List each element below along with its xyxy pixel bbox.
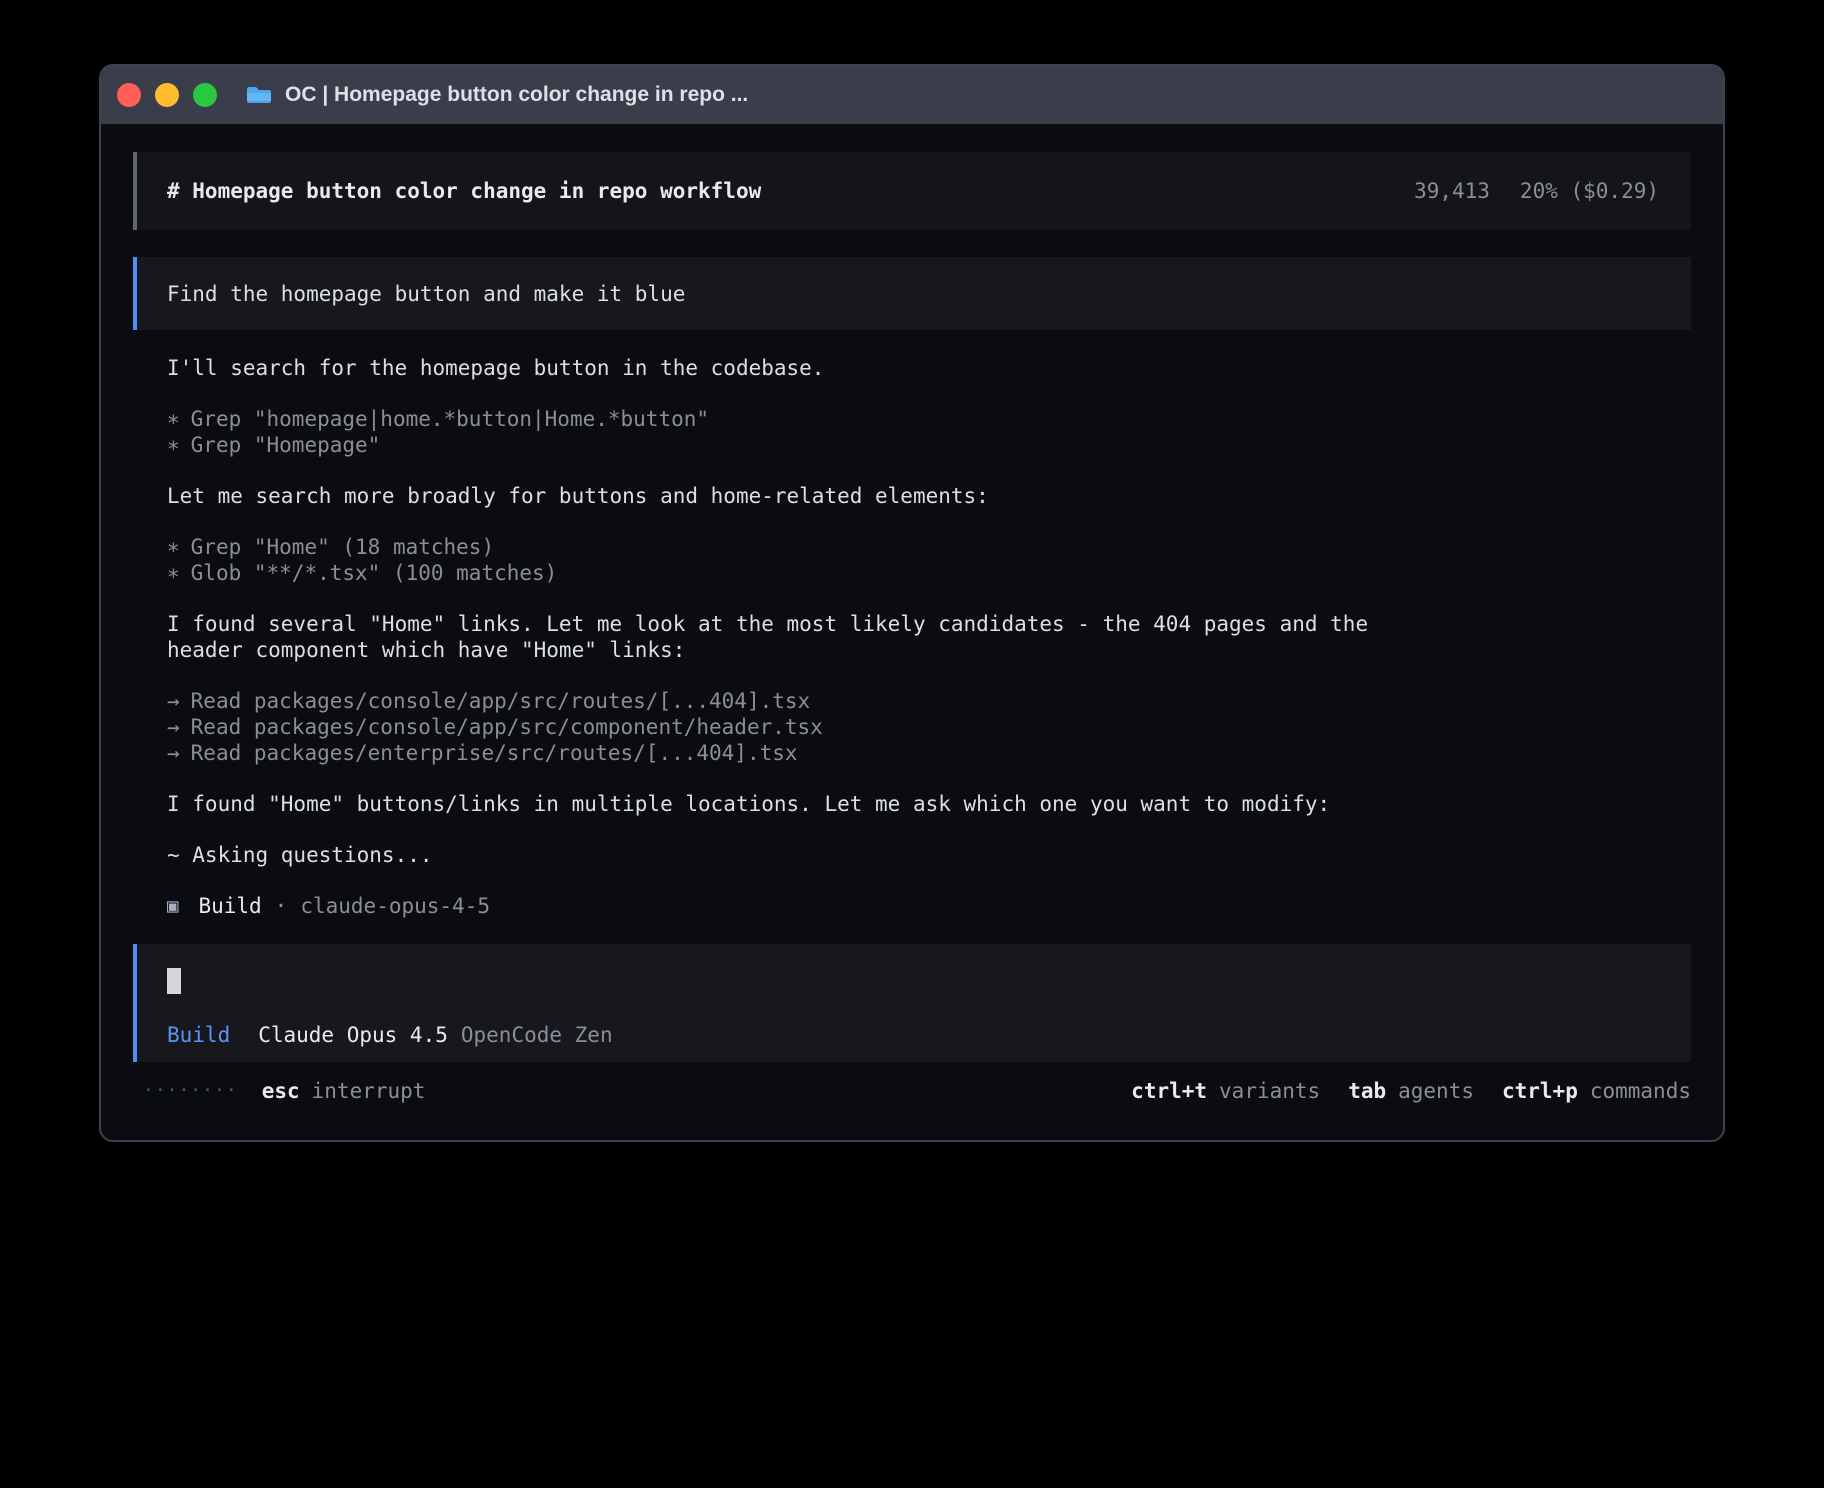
user-message: Find the homepage button and make it blu…: [133, 257, 1691, 330]
window-title: OC | Homepage button color change in rep…: [285, 83, 748, 107]
shortcut-key: ctrl+p: [1502, 1078, 1578, 1104]
close-button[interactable]: [117, 83, 141, 107]
agent-name: Build: [198, 893, 261, 919]
assistant-text: I found several "Home" links. Let me loo…: [167, 611, 1407, 663]
tool-call-group: ∗ Grep "homepage|home.*button|Home.*butto…: [167, 406, 1691, 458]
token-count: 39,413: [1414, 178, 1490, 204]
tool-call-row: → Read packages/console/app/src/component…: [167, 714, 1691, 740]
provider-indicator: OpenCode Zen: [461, 1022, 613, 1048]
folder-icon: [245, 85, 273, 105]
shortcut-agents: tab agents: [1348, 1078, 1474, 1104]
input-status-bar: Build Claude Opus 4.5 OpenCode Zen: [167, 1022, 1661, 1048]
shortcut-label: variants: [1219, 1078, 1320, 1104]
tool-call-text: Read packages/console/app/src/routes/[..…: [191, 689, 811, 713]
shortcut-label: agents: [1398, 1078, 1474, 1104]
shortcut-key: ctrl+t: [1131, 1078, 1207, 1104]
assistant-text: Let me search more broadly for buttons a…: [167, 483, 1407, 509]
shortcut-variants: ctrl+t variants: [1131, 1078, 1320, 1104]
esc-key-label: interrupt: [312, 1078, 426, 1104]
tool-call-text: Read packages/console/app/src/component/…: [191, 715, 823, 739]
read-icon: →: [167, 714, 180, 740]
tool-call-text: Glob "**/*.tsx" (100 matches): [191, 561, 558, 585]
read-icon: →: [167, 688, 180, 714]
context-usage: 20% ($0.29): [1520, 178, 1659, 204]
agent-separator: ·: [275, 893, 288, 919]
status-asking-questions: ~ Asking questions...: [167, 842, 1407, 868]
model-indicator: Claude Opus 4.5: [258, 1022, 448, 1048]
session-meta: 39,413 20% ($0.29): [1414, 178, 1659, 204]
tool-call-row: → Read packages/enterprise/src/routes/[..…: [167, 740, 1691, 766]
tool-call-row: ∗ Grep "Home" (18 matches): [167, 534, 1691, 560]
mode-indicator: Build: [167, 1022, 230, 1048]
shortcut-label: commands: [1590, 1078, 1691, 1104]
agent-status: ▣ Build · claude-opus-4-5: [167, 893, 1691, 919]
status-footer: ········ esc interrupt ctrl+t variants t…: [133, 1078, 1691, 1104]
tool-call-row: ∗ Grep "homepage|home.*button|Home.*butto…: [167, 406, 1691, 432]
text-cursor: [167, 968, 181, 994]
tool-call-text: Grep "Homepage": [191, 433, 381, 457]
spinner-dots: ········: [143, 1078, 238, 1104]
tool-call-row: ∗ Glob "**/*.tsx" (100 matches): [167, 560, 1691, 586]
agent-model: claude-opus-4-5: [300, 893, 490, 919]
shortcut-commands: ctrl+p commands: [1502, 1078, 1691, 1104]
assistant-transcript: I'll search for the homepage button in t…: [133, 355, 1691, 919]
grep-icon: ∗: [167, 534, 180, 560]
user-message-text: Find the homepage button and make it blu…: [167, 281, 685, 307]
tool-call-text: Grep "Home" (18 matches): [191, 535, 494, 559]
glob-icon: ∗: [167, 560, 180, 586]
shortcut-key: tab: [1348, 1078, 1386, 1104]
tool-call-row: ∗ Grep "Homepage": [167, 432, 1691, 458]
session-header: # Homepage button color change in repo w…: [133, 152, 1691, 230]
window-title-group: OC | Homepage button color change in rep…: [245, 83, 748, 107]
agent-icon: ▣: [167, 893, 178, 919]
assistant-text: I'll search for the homepage button in t…: [167, 355, 1407, 381]
tool-call-text: Grep "homepage|home.*button|Home.*button…: [191, 407, 709, 431]
esc-key-hint: esc: [262, 1078, 300, 1104]
prompt-input[interactable]: Build Claude Opus 4.5 OpenCode Zen: [133, 944, 1691, 1062]
minimize-button[interactable]: [155, 83, 179, 107]
grep-icon: ∗: [167, 406, 180, 432]
traffic-lights: [101, 83, 217, 107]
assistant-text: I found "Home" buttons/links in multiple…: [167, 791, 1407, 817]
terminal-window: OC | Homepage button color change in rep…: [99, 64, 1725, 1142]
terminal-content: # Homepage button color change in repo w…: [101, 124, 1723, 1104]
read-icon: →: [167, 740, 180, 766]
tool-call-text: Read packages/enterprise/src/routes/[...…: [191, 741, 798, 765]
tool-call-group: ∗ Grep "Home" (18 matches) ∗ Glob "**/*.ts…: [167, 534, 1691, 586]
shortcut-hints: ctrl+t variants tab agents ctrl+p comman…: [1103, 1078, 1691, 1104]
session-title: # Homepage button color change in repo w…: [167, 178, 761, 204]
tool-call-row: → Read packages/console/app/src/routes/[.…: [167, 688, 1691, 714]
tool-call-group: → Read packages/console/app/src/routes/[.…: [167, 688, 1691, 766]
window-titlebar[interactable]: OC | Homepage button color change in rep…: [101, 66, 1723, 124]
grep-icon: ∗: [167, 432, 180, 458]
zoom-button[interactable]: [193, 83, 217, 107]
